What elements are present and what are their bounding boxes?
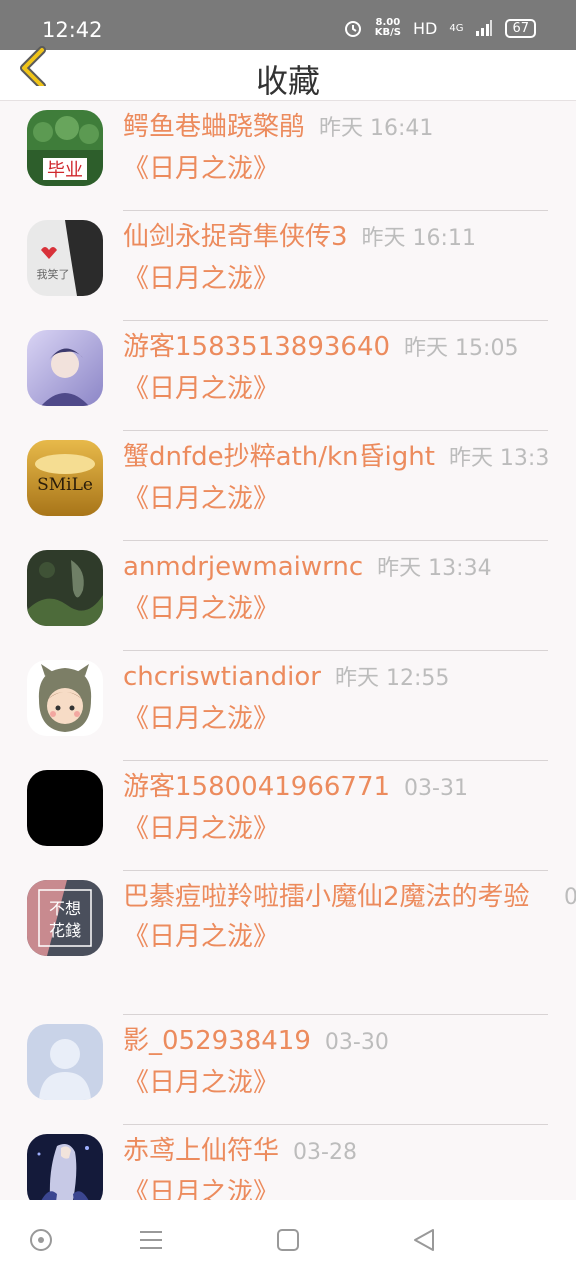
svg-text:不想: 不想: [49, 899, 81, 918]
avatar[interactable]: SMiLe: [27, 440, 103, 516]
user-name: 影_052938419: [123, 1026, 311, 1056]
user-name: anmdrjewmaiwrnc: [123, 552, 364, 582]
favorite-time: 03-28: [293, 1140, 357, 1165]
avatar[interactable]: 不想 花錢: [27, 880, 103, 956]
book-title[interactable]: 《日月之泷》: [123, 151, 548, 187]
system-nav-bar: [0, 1200, 576, 1280]
assistant-icon[interactable]: [26, 1225, 56, 1255]
hd-label: HD: [412, 18, 438, 38]
svg-text:我笑了: 我笑了: [37, 267, 70, 281]
user-name: 仙剑永捉奇隼侠传3: [123, 222, 348, 252]
book-title[interactable]: 《日月之泷》: [123, 701, 548, 737]
list-item[interactable]: anmdrjewmaiwrnc 昨天 13:34 《日月之泷》: [0, 541, 576, 651]
avatar[interactable]: [27, 550, 103, 626]
status-time: 12:42: [42, 18, 103, 42]
book-title[interactable]: 《日月之泷》: [123, 261, 548, 297]
avatar[interactable]: [27, 1024, 103, 1100]
book-title[interactable]: 《日月之泷》: [123, 591, 548, 627]
user-name: 蟹dnfde抄粹ath/kn昏ight: [123, 442, 435, 472]
favorite-time: 03-31: [404, 776, 468, 801]
favorite-time: 0: [564, 885, 576, 910]
home-icon[interactable]: [273, 1225, 303, 1255]
list-item[interactable]: 不想 花錢 巴綦痘啦羚啦擂小魔仙2魔法的考验 《日月之泷》 0: [0, 871, 576, 1015]
list-item[interactable]: chcriswtiandior 昨天 12:55 《日月之泷》: [0, 651, 576, 761]
list-item[interactable]: 游客1580041966771 03-31 《日月之泷》: [0, 761, 576, 871]
user-name: 赤鸢上仙符华: [123, 1136, 280, 1166]
favorite-time: 昨天 16:11: [361, 226, 476, 251]
svg-text:毕业: 毕业: [47, 160, 83, 181]
avatar[interactable]: 毕业: [27, 110, 103, 186]
avatar[interactable]: [27, 770, 103, 846]
book-title[interactable]: 《日月之泷》: [123, 1175, 548, 1200]
avatar[interactable]: 我笑了: [27, 220, 103, 296]
avatar[interactable]: [27, 330, 103, 406]
favorite-time: 昨天 13:3: [448, 446, 550, 471]
list-item[interactable]: 影_052938419 03-30 《日月之泷》: [0, 1015, 576, 1125]
status-icons: 8.00 KB/S HD 4G 67: [343, 18, 536, 38]
list-item[interactable]: 我笑了 仙剑永捉奇隼侠传3 昨天 16:11 《日月之泷》: [0, 211, 576, 321]
back-nav-icon[interactable]: [409, 1225, 439, 1255]
book-title[interactable]: 《日月之泷》: [123, 919, 548, 955]
user-name: 鳄鱼巷蛐跷檠鹃: [123, 112, 306, 142]
list-item[interactable]: 赤鸢上仙符华 03-28 《日月之泷》: [0, 1125, 576, 1200]
list-item[interactable]: SMiLe 蟹dnfde抄粹ath/kn昏ight 昨天 13:3 《日月之泷》: [0, 431, 576, 541]
network-label: 4G: [449, 22, 464, 34]
favorite-time: 03-30: [324, 1030, 389, 1055]
app-header: 收藏: [0, 46, 576, 101]
favorite-time: 昨天 13:34: [377, 556, 492, 581]
user-name: 游客1583513893640: [123, 332, 391, 362]
avatar[interactable]: [27, 660, 103, 736]
favorite-time: 昨天 12:55: [334, 666, 450, 691]
page-title: 收藏: [255, 62, 320, 100]
favorite-time: 昨天 16:41: [319, 116, 434, 141]
book-title[interactable]: 《日月之泷》: [123, 1065, 548, 1101]
user-name: 游客1580041966771: [123, 772, 391, 802]
menu-icon[interactable]: [136, 1225, 166, 1255]
book-title[interactable]: 《日月之泷》: [123, 481, 548, 517]
network-speed: 8.00 KB/S: [374, 17, 401, 38]
user-name: 巴綦痘啦羚啦擂小魔仙2魔法的考验: [123, 882, 530, 912]
book-title[interactable]: 《日月之泷》: [123, 371, 548, 407]
list-item[interactable]: 毕业 鳄鱼巷蛐跷檠鹃 昨天 16:41 《日月之泷》: [0, 101, 576, 211]
favorite-time: 昨天 15:05: [404, 336, 519, 361]
avatar[interactable]: [27, 1134, 103, 1200]
favorites-list[interactable]: 毕业 鳄鱼巷蛐跷檠鹃 昨天 16:41 《日月之泷》 我笑了 仙剑永捉奇隼侠传3 昨…: [0, 101, 576, 1200]
user-name: chcriswtiandior: [123, 662, 321, 692]
list-item[interactable]: 游客1583513893640 昨天 15:05 《日月之泷》: [0, 321, 576, 431]
status-bar: 12:42 8.00 KB/S HD 4G 67: [0, 0, 576, 50]
battery-icon: 67: [505, 18, 536, 38]
svg-text:SMiLe: SMiLe: [37, 475, 93, 495]
book-title[interactable]: 《日月之泷》: [123, 811, 548, 847]
alarm-icon: [344, 21, 361, 37]
signal-icon: [476, 20, 493, 36]
svg-text:花錢: 花錢: [49, 921, 81, 940]
